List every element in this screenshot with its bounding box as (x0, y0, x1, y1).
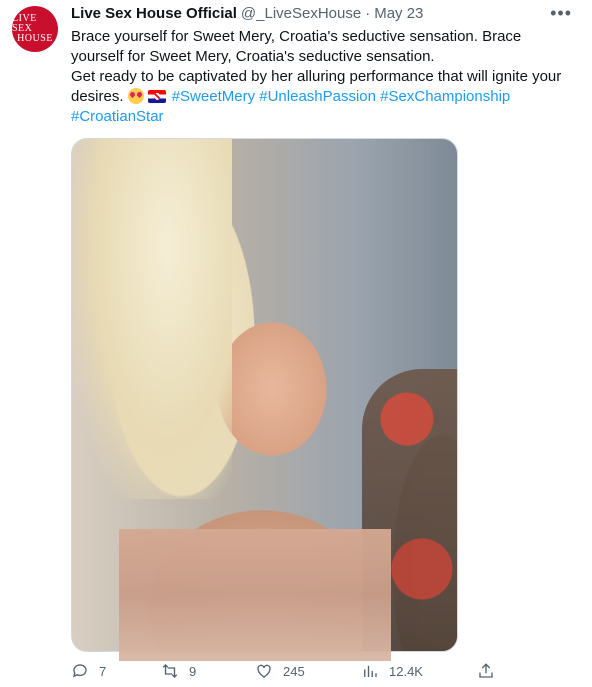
views-count: 12.4K (389, 663, 423, 679)
tweet-actions: 7 9 245 12.4K (71, 662, 501, 684)
views-button[interactable]: 12.4K (361, 662, 423, 680)
reply-icon (72, 664, 87, 678)
hashtag-croatianstar[interactable]: #CroatianStar (71, 108, 164, 125)
tweet-date[interactable]: May 23 (374, 5, 423, 22)
croatia-flag-icon (147, 90, 166, 103)
hashtag-unleashpassion[interactable]: #UnleashPassion (259, 88, 376, 105)
retweet-count: 9 (189, 663, 197, 679)
tweet-text: Brace yourself for Sweet Mery, Croatia's… (71, 27, 576, 127)
avatar[interactable]: LIVE SEX HOUSE (12, 6, 58, 52)
hashtag-sexchampionship[interactable]: #SexChampionship (380, 88, 510, 105)
avatar-text-bottom: HOUSE (17, 33, 53, 44)
more-horizontal-icon[interactable]: ••• (550, 4, 572, 22)
tweet-header: Live Sex House Official @_LiveSexHouse ·… (71, 5, 423, 22)
user-handle[interactable]: @_LiveSexHouse (241, 5, 361, 22)
image-hair-region (72, 139, 232, 499)
display-name[interactable]: Live Sex House Official (71, 5, 237, 22)
hashtag-sweetmery[interactable]: #SweetMery (172, 88, 255, 105)
share-button[interactable] (477, 662, 495, 680)
smiling-face-with-heart-eyes-icon (127, 88, 144, 104)
avatar-text-top: LIVE SEX (12, 13, 37, 34)
reply-count: 7 (99, 663, 107, 679)
bar-chart-icon (364, 665, 377, 677)
separator-dot: · (365, 5, 371, 22)
censor-blur-box (119, 529, 391, 661)
tweet-text-line2: Get ready to be captivated by her alluri… (71, 67, 576, 127)
retweet-icon (162, 664, 178, 678)
tweet-text-line1: Brace yourself for Sweet Mery, Croatia's… (71, 28, 522, 65)
heart-icon (257, 664, 271, 678)
retweet-button[interactable]: 9 (161, 662, 196, 680)
share-icon (479, 663, 493, 678)
like-button[interactable]: 245 (255, 662, 305, 680)
like-count: 245 (283, 663, 305, 679)
reply-button[interactable]: 7 (71, 662, 106, 680)
